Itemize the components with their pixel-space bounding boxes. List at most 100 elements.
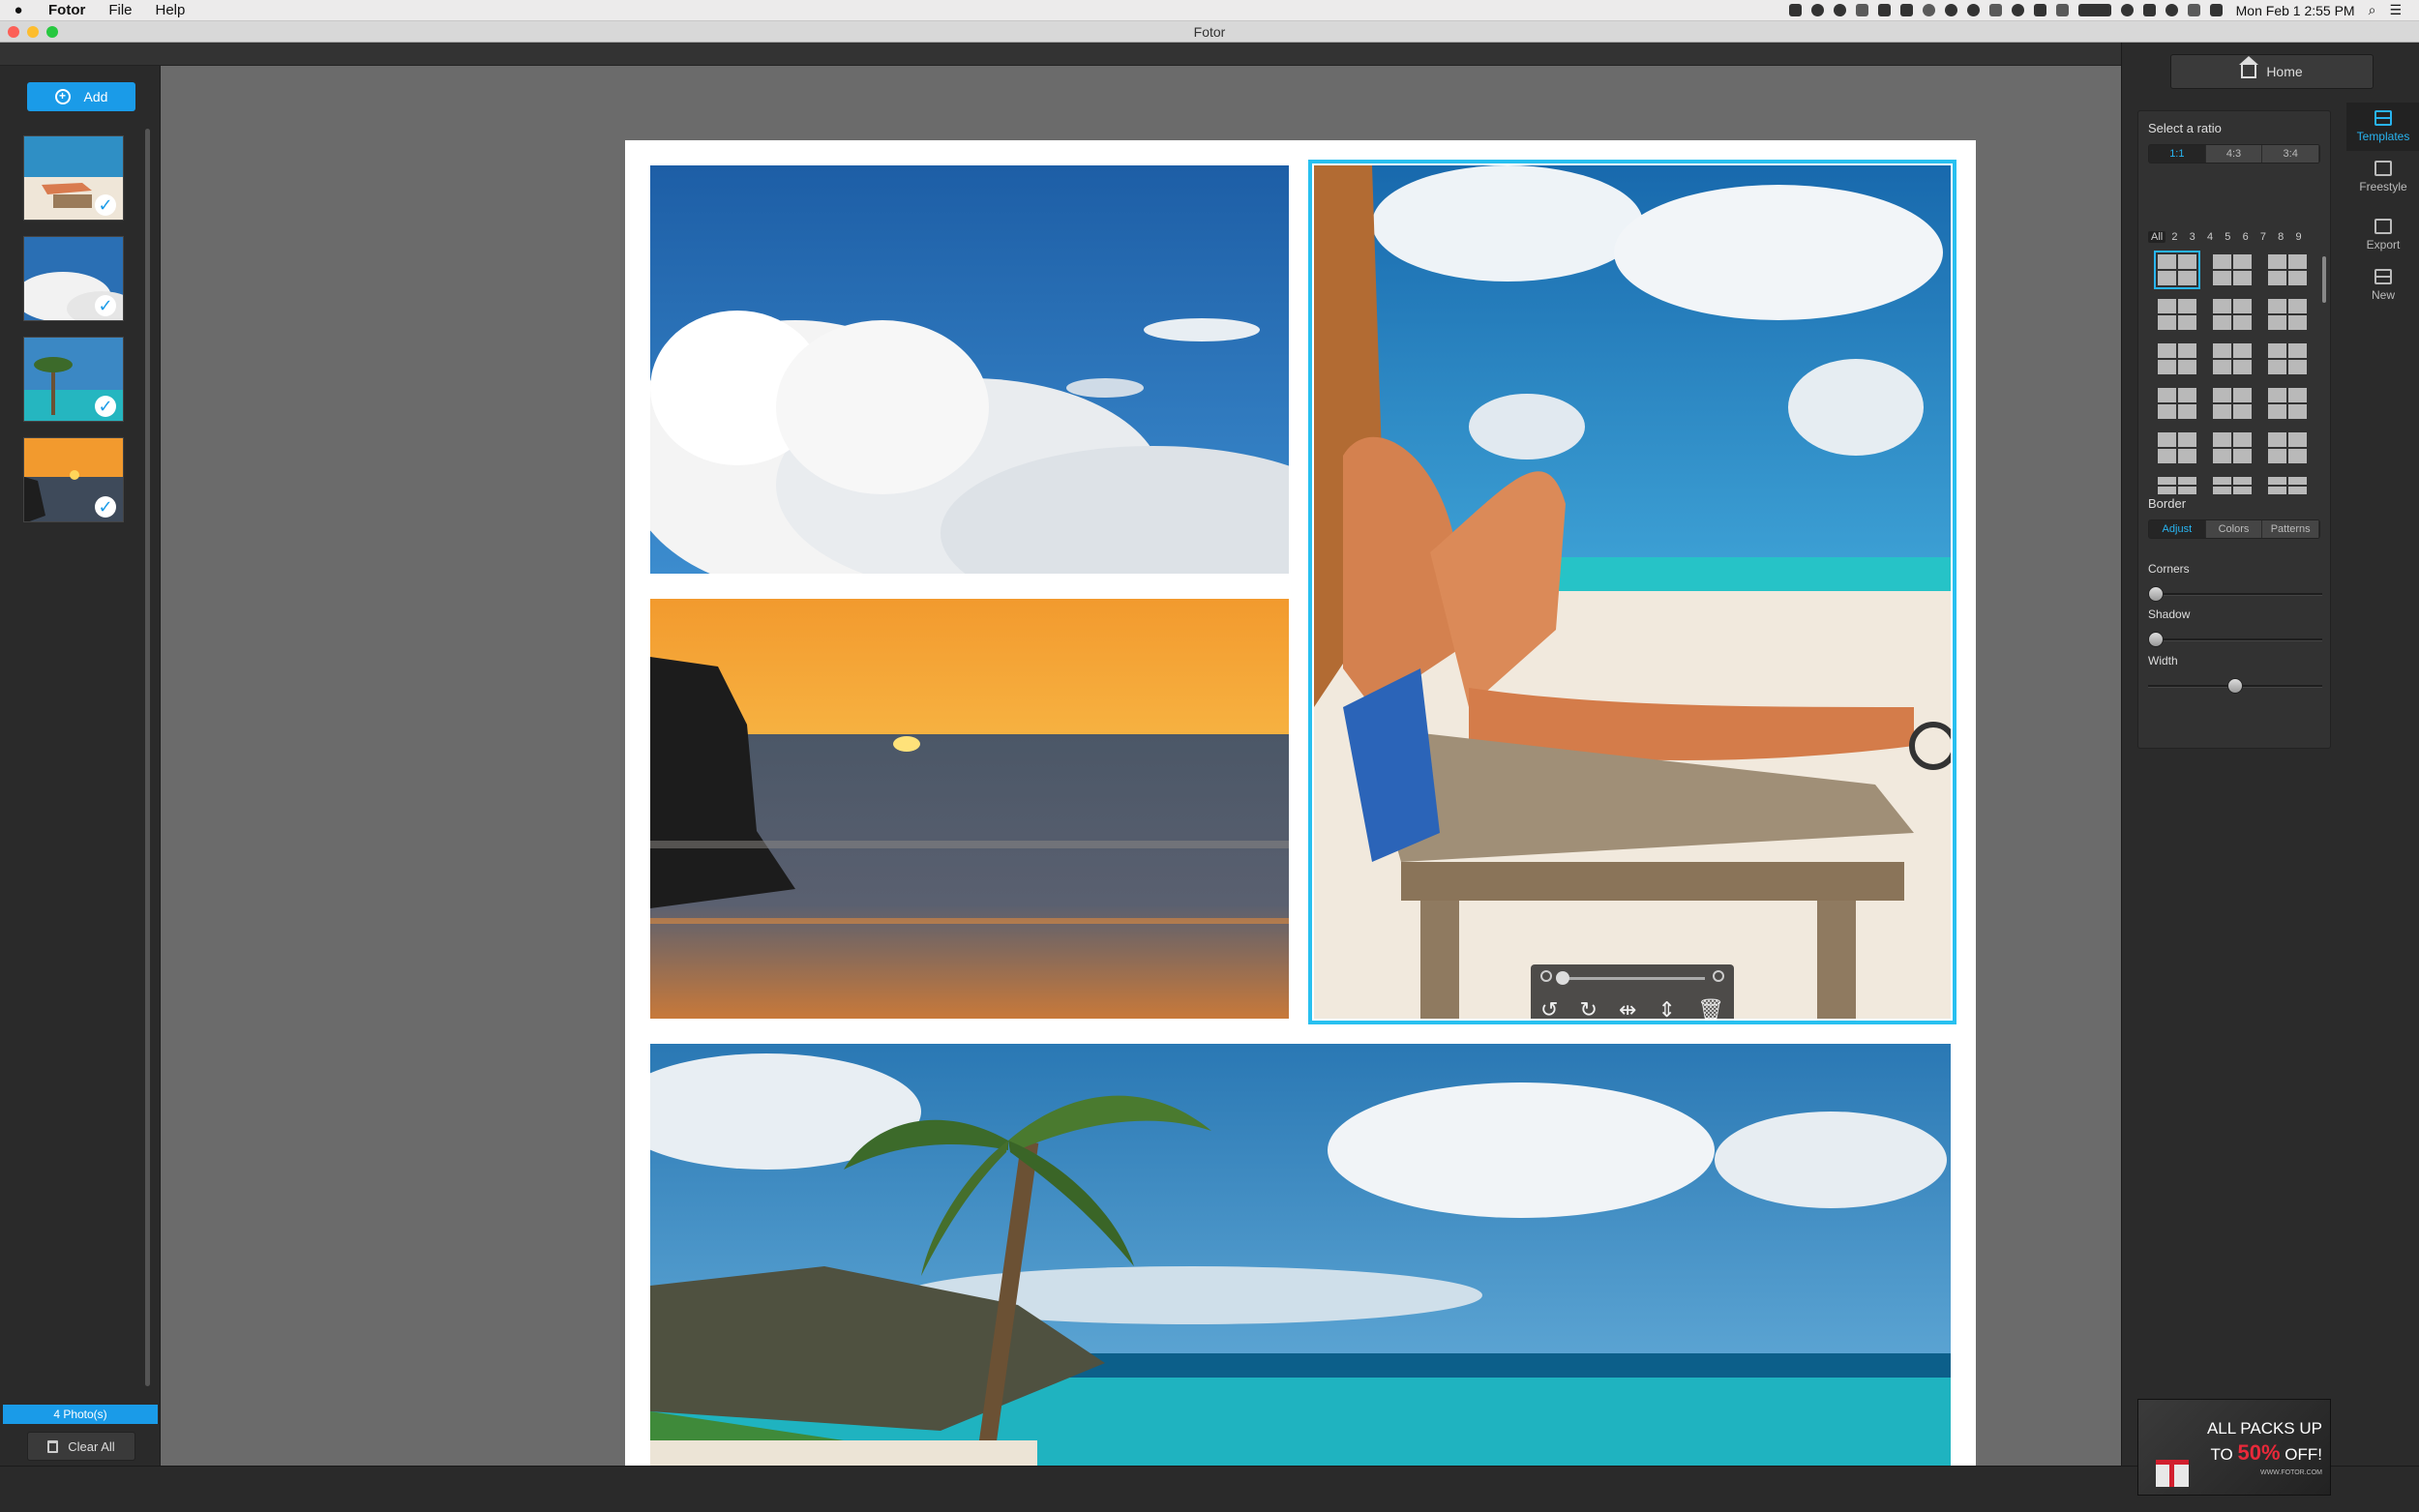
add-label: Add [83, 89, 108, 104]
template-thumbnail[interactable] [2158, 432, 2196, 463]
home-button[interactable]: Home [2170, 54, 2374, 89]
selected-check-icon: ✓ [95, 194, 116, 216]
menu-app-name[interactable]: Fotor [37, 2, 97, 18]
promo-percent: 50% [2237, 1440, 2281, 1465]
width-label: Width [2148, 654, 2178, 667]
close-window-button[interactable] [8, 26, 19, 38]
top-toolbar-strip [0, 43, 2419, 66]
filter-all[interactable]: All [2148, 231, 2166, 243]
collage-cell-beach-woman[interactable]: ↺ ↻ ⇹ ⇕ 🗑 [1308, 160, 1956, 1024]
promo-off: OFF! [2285, 1445, 2322, 1464]
window-titlebar: Fotor [0, 21, 2419, 43]
selected-check-icon: ✓ [95, 496, 116, 518]
template-thumbnail[interactable] [2268, 432, 2307, 463]
add-icon: + [54, 89, 71, 104]
apple-icon[interactable]: ● [0, 2, 37, 18]
template-thumbnail[interactable] [2213, 343, 2252, 374]
notification-list-icon[interactable]: ☰ [2389, 2, 2402, 18]
bottom-status-bar [0, 1466, 2419, 1512]
new-icon [2374, 269, 2392, 284]
filter-7[interactable]: 7 [2255, 231, 2272, 243]
template-thumbnail[interactable] [2268, 343, 2307, 374]
collage-cell-sunset[interactable] [650, 599, 1289, 1019]
tab-templates[interactable]: Templates [2346, 103, 2419, 151]
photo-count-filter: All 2 3 4 5 6 7 8 9 [2148, 231, 2308, 243]
photo-thumbnail[interactable]: ✓ [23, 236, 124, 321]
flip-horizontal-icon[interactable]: ⇹ [1619, 997, 1636, 1019]
search-icon[interactable]: ⌕ [2369, 2, 2376, 18]
photo-list-scrollbar[interactable] [145, 129, 150, 1386]
minimize-window-button[interactable] [27, 26, 39, 38]
rotate-right-icon[interactable]: ↻ [1580, 997, 1598, 1019]
template-thumbnail[interactable] [2268, 254, 2307, 285]
menu-file[interactable]: File [97, 2, 143, 18]
template-thumbnail[interactable] [2213, 432, 2252, 463]
tab-adjust[interactable]: Adjust [2149, 520, 2206, 538]
sunset-photo [650, 599, 1289, 1019]
template-thumbnail[interactable] [2154, 251, 2200, 289]
promo-url: WWW.FOTOR.COM [2259, 1469, 2322, 1476]
filter-5[interactable]: 5 [2219, 231, 2236, 243]
tab-freestyle[interactable]: Freestyle [2346, 153, 2419, 201]
menubar-clock[interactable]: Mon Feb 1 2:55 PM [2236, 3, 2355, 18]
flip-vertical-icon[interactable]: ⇕ [1658, 997, 1676, 1019]
clear-all-button[interactable]: Clear All [27, 1432, 135, 1461]
promo-banner[interactable]: ALL PACKS UP TO 50% OFF! WWW.FOTOR.COM [2137, 1399, 2331, 1496]
menu-help[interactable]: Help [144, 2, 197, 18]
ratio-4-3-button[interactable]: 4:3 [2205, 145, 2263, 163]
rotate-left-icon[interactable]: ↺ [1540, 997, 1558, 1019]
add-photo-button[interactable]: + Add [27, 82, 135, 111]
status-tray-icons[interactable] [1788, 4, 2223, 16]
zoom-slider-knob[interactable] [1556, 971, 1569, 985]
filter-2[interactable]: 2 [2165, 231, 2183, 243]
zoom-window-button[interactable] [46, 26, 58, 38]
template-thumbnail[interactable] [2158, 299, 2196, 330]
filter-8[interactable]: 8 [2272, 231, 2289, 243]
zoom-slider[interactable] [1560, 977, 1705, 980]
template-thumbnail[interactable] [2268, 299, 2307, 330]
ratio-3-4-button[interactable]: 3:4 [2262, 145, 2319, 163]
corners-slider[interactable] [2148, 593, 2322, 596]
tab-freestyle-label: Freestyle [2359, 180, 2407, 193]
photo-thumbnail[interactable]: ✓ [23, 135, 124, 221]
collage-cell-clouds[interactable] [650, 165, 1289, 574]
border-label: Border [2148, 496, 2187, 511]
shadow-slider[interactable] [2148, 638, 2322, 641]
width-slider-knob[interactable] [2227, 678, 2243, 694]
template-thumbnail[interactable] [2158, 343, 2196, 374]
zoom-out-icon[interactable] [1540, 970, 1552, 982]
template-grid [2154, 251, 2313, 494]
delete-photo-icon[interactable]: 🗑 [1697, 997, 1724, 1019]
corners-slider-knob[interactable] [2148, 586, 2164, 602]
template-thumbnail[interactable] [2268, 388, 2307, 419]
collage-cell-palm-beach[interactable] [650, 1044, 1951, 1466]
template-thumbnail[interactable] [2213, 254, 2252, 285]
shadow-slider-knob[interactable] [2148, 632, 2164, 647]
tab-colors[interactable]: Colors [2205, 520, 2263, 538]
zoom-in-icon[interactable] [1713, 970, 1724, 982]
promo-line1: ALL PACKS UP [2206, 1419, 2322, 1438]
filter-6[interactable]: 6 [2236, 231, 2254, 243]
corners-label: Corners [2148, 562, 2190, 576]
photo-thumbnail[interactable]: ✓ [23, 437, 124, 522]
template-thumbnail[interactable] [2213, 299, 2252, 330]
tab-new-label: New [2371, 288, 2395, 302]
promo-to: TO [2210, 1445, 2233, 1464]
template-grid-scrollbar[interactable] [2322, 256, 2326, 303]
template-thumbnail[interactable] [2158, 477, 2196, 494]
template-thumbnail[interactable] [2158, 388, 2196, 419]
filter-3[interactable]: 3 [2184, 231, 2201, 243]
tab-export[interactable]: Export [2346, 211, 2419, 259]
photo-thumbnail[interactable]: ✓ [23, 337, 124, 422]
ratio-1-1-button[interactable]: 1:1 [2149, 145, 2206, 163]
image-edit-toolbar: ↺ ↻ ⇹ ⇕ 🗑 [1531, 964, 1734, 1019]
template-thumbnail[interactable] [2213, 388, 2252, 419]
clear-all-label: Clear All [68, 1438, 115, 1454]
filter-4[interactable]: 4 [2201, 231, 2219, 243]
template-thumbnail[interactable] [2213, 477, 2252, 494]
tab-new[interactable]: New [2346, 261, 2419, 310]
tab-patterns[interactable]: Patterns [2262, 520, 2319, 538]
template-thumbnail[interactable] [2268, 477, 2307, 494]
filter-9[interactable]: 9 [2289, 231, 2307, 243]
border-tabs: Adjust Colors Patterns [2148, 519, 2320, 539]
